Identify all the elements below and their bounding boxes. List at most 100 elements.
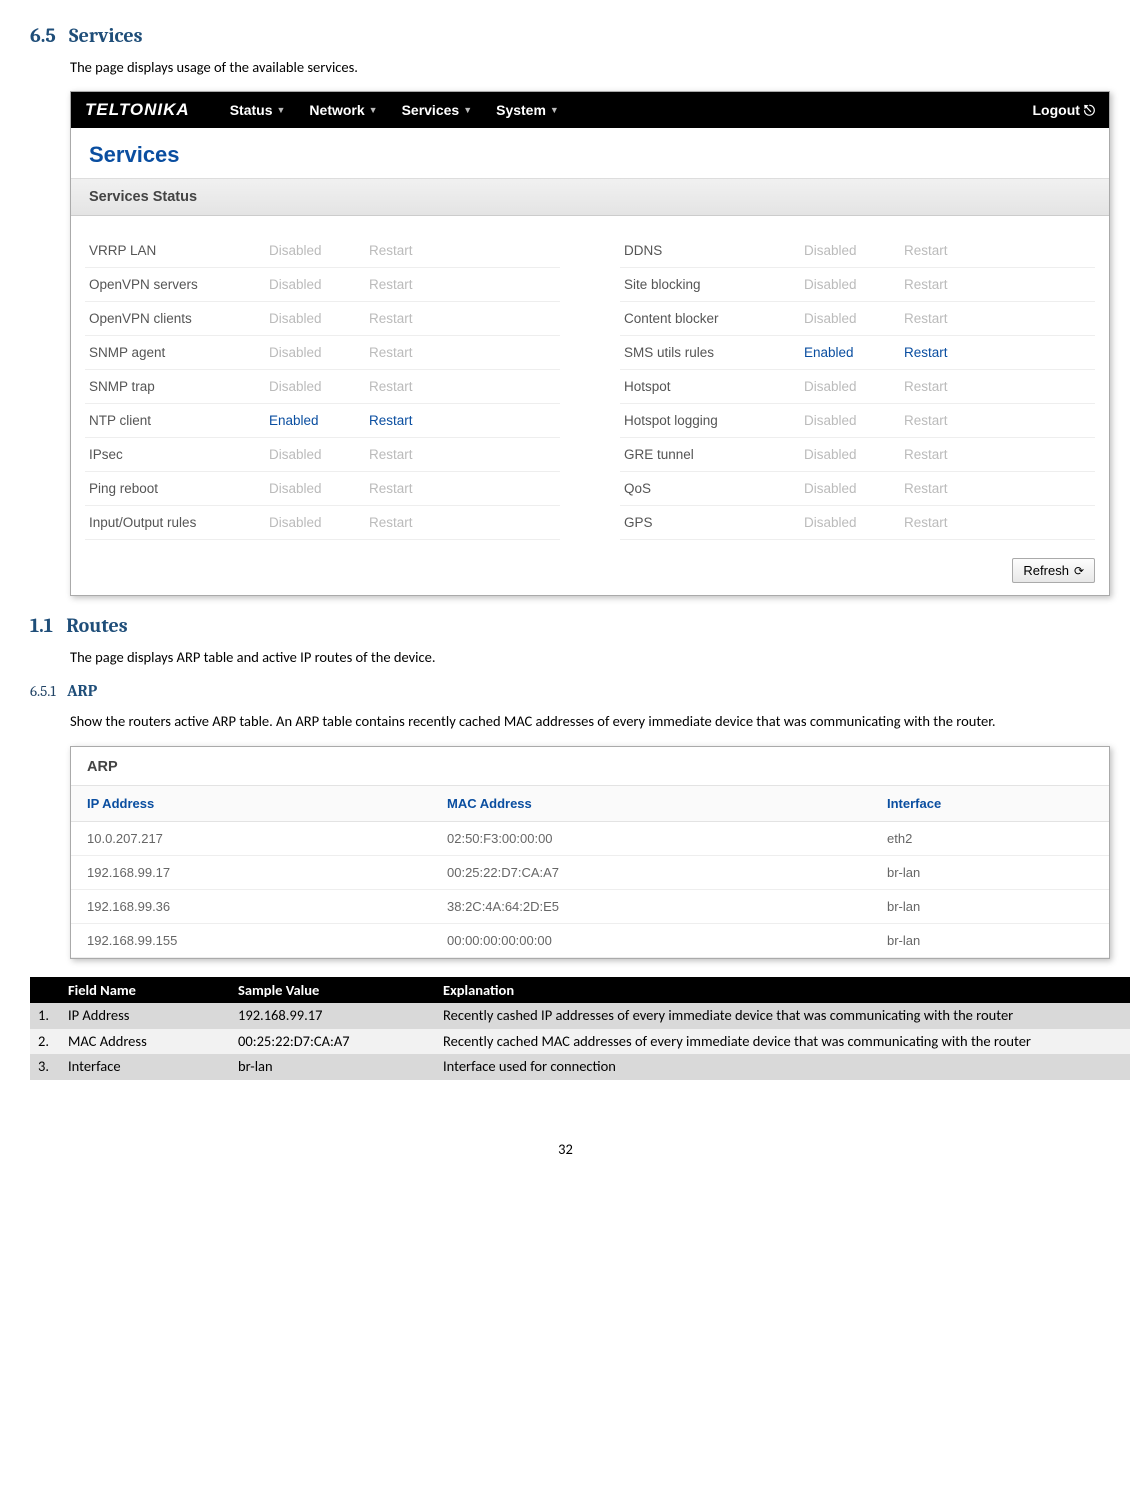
- service-row: HotspotDisabledRestart: [620, 370, 1095, 404]
- service-status: Disabled: [269, 311, 369, 326]
- restart-link[interactable]: Restart: [369, 345, 439, 360]
- service-name: IPsec: [89, 447, 269, 462]
- section-heading-services: 6.5 Services: [30, 24, 1101, 47]
- service-name: GRE tunnel: [624, 447, 804, 462]
- service-status: Enabled: [269, 413, 369, 428]
- service-row: IPsecDisabledRestart: [85, 438, 560, 472]
- service-row: SNMP trapDisabledRestart: [85, 370, 560, 404]
- service-name: Input/Output rules: [89, 515, 269, 530]
- service-name: Content blocker: [624, 311, 804, 326]
- chevron-down-icon: ▼: [277, 105, 286, 115]
- refresh-icon: ⟳: [1074, 564, 1084, 578]
- ftable-samplevalue: br-lan: [230, 1054, 435, 1080]
- chevron-down-icon: ▼: [550, 105, 559, 115]
- service-status: Disabled: [804, 311, 904, 326]
- field-explanation-table: Field Name Sample Value Explanation 1.IP…: [30, 977, 1130, 1080]
- service-name: DDNS: [624, 243, 804, 258]
- service-name: VRRP LAN: [89, 243, 269, 258]
- restart-link[interactable]: Restart: [904, 379, 974, 394]
- arp-row: 192.168.99.3638:2C:4A:64:2D:E5br-lan: [71, 890, 1109, 924]
- restart-link[interactable]: Restart: [369, 481, 439, 496]
- arp-ip: 10.0.207.217: [71, 822, 431, 855]
- top-nav: TELTONIKA Status▼ Network▼ Services▼ Sys…: [71, 92, 1109, 128]
- section-title: Routes: [66, 614, 127, 637]
- service-status: Disabled: [269, 277, 369, 292]
- service-status: Disabled: [804, 243, 904, 258]
- restart-link[interactable]: Restart: [369, 243, 439, 258]
- arp-if: eth2: [871, 822, 1109, 855]
- services-col-left: VRRP LANDisabledRestartOpenVPN serversDi…: [85, 234, 560, 540]
- col-ip-header: IP Address: [71, 786, 431, 821]
- col-n-header: [30, 977, 60, 1003]
- service-row: VRRP LANDisabledRestart: [85, 234, 560, 268]
- section-intro-routes: The page displays ARP table and active I…: [70, 647, 1101, 667]
- nav-status[interactable]: Status▼: [230, 102, 286, 118]
- restart-link[interactable]: Restart: [369, 311, 439, 326]
- section-number: 1.1: [30, 614, 53, 637]
- arp-ip: 192.168.99.17: [71, 856, 431, 889]
- restart-link[interactable]: Restart: [904, 243, 974, 258]
- nav-network[interactable]: Network▼: [309, 102, 377, 118]
- col-fieldname-header: Field Name: [60, 977, 230, 1003]
- subsection-number: 6.5.1: [30, 682, 56, 700]
- ftable-row: 1.IP Address192.168.99.17Recently cashed…: [30, 1003, 1130, 1029]
- restart-link[interactable]: Restart: [904, 515, 974, 530]
- restart-link[interactable]: Restart: [904, 447, 974, 462]
- service-row: Content blockerDisabledRestart: [620, 302, 1095, 336]
- section-title: Services: [69, 24, 143, 47]
- arp-mac: 02:50:F3:00:00:00: [431, 822, 871, 855]
- nav-system[interactable]: System▼: [496, 102, 559, 118]
- service-name: SMS utils rules: [624, 345, 804, 360]
- col-explanation-header: Explanation: [435, 977, 1130, 1003]
- restart-link[interactable]: Restart: [369, 379, 439, 394]
- service-name: Hotspot logging: [624, 413, 804, 428]
- refresh-button[interactable]: Refresh ⟳: [1012, 558, 1095, 583]
- service-status: Enabled: [804, 345, 904, 360]
- service-name: SNMP agent: [89, 345, 269, 360]
- service-row: NTP clientEnabledRestart: [85, 404, 560, 438]
- ftable-num: 1.: [30, 1003, 60, 1029]
- restart-link[interactable]: Restart: [904, 413, 974, 428]
- service-status: Disabled: [269, 481, 369, 496]
- services-screenshot: TELTONIKA Status▼ Network▼ Services▼ Sys…: [70, 91, 1110, 596]
- service-status: Disabled: [804, 447, 904, 462]
- service-name: Site blocking: [624, 277, 804, 292]
- arp-screenshot: ARP IP Address MAC Address Interface 10.…: [70, 746, 1110, 959]
- service-name: QoS: [624, 481, 804, 496]
- section-heading-routes: 1.1 Routes: [30, 614, 1101, 637]
- nav-services[interactable]: Services▼: [402, 102, 473, 118]
- service-status: Disabled: [269, 243, 369, 258]
- logout-icon: ⎋: [1084, 102, 1095, 119]
- service-row: QoSDisabledRestart: [620, 472, 1095, 506]
- ftable-num: 2.: [30, 1029, 60, 1055]
- ftable-fieldname: Interface: [60, 1054, 230, 1080]
- arp-ip: 192.168.99.36: [71, 890, 431, 923]
- restart-link[interactable]: Restart: [369, 413, 439, 428]
- ftable-samplevalue: 00:25:22:D7:CA:A7: [230, 1029, 435, 1055]
- restart-link[interactable]: Restart: [369, 515, 439, 530]
- arp-if: br-lan: [871, 890, 1109, 923]
- ftable-row: 2.MAC Address00:25:22:D7:CA:A7Recently c…: [30, 1029, 1130, 1055]
- subsection-title: ARP: [67, 682, 97, 700]
- chevron-down-icon: ▼: [369, 105, 378, 115]
- arp-mac: 00:00:00:00:00:00: [431, 924, 871, 957]
- restart-link[interactable]: Restart: [904, 481, 974, 496]
- service-row: Hotspot loggingDisabledRestart: [620, 404, 1095, 438]
- refresh-label: Refresh: [1023, 563, 1069, 578]
- service-status: Disabled: [804, 277, 904, 292]
- restart-link[interactable]: Restart: [369, 277, 439, 292]
- arp-panel-title: ARP: [71, 747, 1109, 785]
- arp-table-header: IP Address MAC Address Interface: [71, 785, 1109, 822]
- restart-link[interactable]: Restart: [904, 311, 974, 326]
- restart-link[interactable]: Restart: [904, 345, 974, 360]
- service-row: GRE tunnelDisabledRestart: [620, 438, 1095, 472]
- restart-link[interactable]: Restart: [369, 447, 439, 462]
- restart-link[interactable]: Restart: [904, 277, 974, 292]
- arp-mac: 00:25:22:D7:CA:A7: [431, 856, 871, 889]
- ftable-row: 3.Interfacebr-lanInterface used for conn…: [30, 1054, 1130, 1080]
- page-title: Services: [71, 128, 1109, 178]
- logout-link[interactable]: Logout⎋: [1033, 102, 1096, 119]
- ftable-explanation: Interface used for connection: [435, 1054, 1130, 1080]
- ftable-num: 3.: [30, 1054, 60, 1080]
- service-status: Disabled: [269, 447, 369, 462]
